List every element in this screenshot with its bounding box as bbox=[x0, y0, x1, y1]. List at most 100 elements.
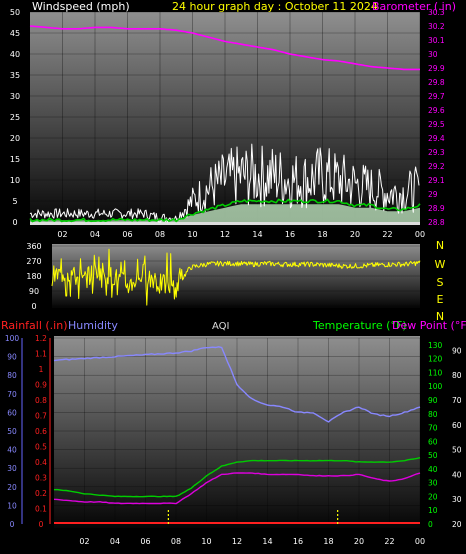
temp-xtick-label: 18 bbox=[323, 537, 333, 546]
wind-ytick-label: 0 bbox=[12, 218, 17, 227]
dewpoint-ytick-label: 60 bbox=[452, 421, 462, 430]
wind-xtick-label: 00 bbox=[415, 230, 425, 239]
dewpoint-label: Dew Point (°F) bbox=[392, 319, 466, 332]
weather-graph: Windspeed (mph) 24 hour graph day : Octo… bbox=[0, 0, 466, 554]
dewpoint-ytick-label: 50 bbox=[452, 446, 462, 455]
rainfall-label: Rainfall (.in) bbox=[1, 319, 68, 332]
baro-ytick-label: 30 bbox=[428, 50, 438, 59]
temp-xtick-label: 00 bbox=[415, 537, 425, 546]
temperature-ytick-label: 60 bbox=[428, 437, 438, 446]
wind-ytick-label: 40 bbox=[10, 50, 20, 59]
wind-ytick-label: 30 bbox=[10, 92, 20, 101]
baro-ytick-label: 30.1 bbox=[428, 36, 445, 45]
humidity-ytick-label: 20 bbox=[7, 483, 17, 492]
wind-xtick-label: 22 bbox=[382, 230, 392, 239]
baro-ytick-label: 29.9 bbox=[428, 64, 445, 73]
compass-tick-label: E bbox=[437, 293, 444, 306]
dewpoint-ytick-label: 30 bbox=[452, 495, 462, 504]
baro-ytick-label: 29 bbox=[428, 190, 438, 199]
dewpoint-ytick-label: 20 bbox=[452, 520, 462, 529]
temperature-ytick-label: 90 bbox=[428, 396, 438, 405]
direction-ytick-label: 90 bbox=[29, 287, 39, 296]
rain-ytick-label: 0.6 bbox=[35, 427, 47, 436]
rain-ytick-label: 0.5 bbox=[35, 443, 47, 452]
weather-chart-svg: Windspeed (mph) 24 hour graph day : Octo… bbox=[1, 0, 466, 546]
dewpoint-ytick-label: 90 bbox=[452, 346, 462, 355]
rain-ytick-label: 1.2 bbox=[35, 334, 47, 343]
compass-tick-label: W bbox=[435, 258, 446, 271]
direction-ytick-label: 0 bbox=[31, 302, 36, 311]
wind-ytick-label: 45 bbox=[10, 29, 20, 38]
wind-xtick-label: 08 bbox=[155, 230, 165, 239]
humidity-label: Humidity bbox=[68, 319, 118, 332]
humidity-ytick-label: 80 bbox=[7, 371, 17, 380]
baro-ytick-label: 30.3 bbox=[428, 8, 445, 17]
humidity-ytick-label: 90 bbox=[7, 353, 17, 362]
aqi-label: AQI bbox=[212, 321, 230, 332]
baro-ytick-label: 29.2 bbox=[428, 162, 445, 171]
temperature-ytick-label: 40 bbox=[428, 465, 438, 474]
humidity-ytick-label: 50 bbox=[7, 427, 17, 436]
wind-base-band bbox=[30, 222, 420, 225]
temperature-ytick-label: 130 bbox=[428, 341, 443, 350]
humidity-ytick-label: 70 bbox=[7, 390, 17, 399]
temperature-ytick-label: 10 bbox=[428, 506, 438, 515]
temperature-ytick-label: 70 bbox=[428, 424, 438, 433]
rain-ytick-label: 1 bbox=[39, 365, 44, 374]
wind-xtick-label: 04 bbox=[90, 230, 100, 239]
baro-ytick-label: 29.1 bbox=[428, 176, 445, 185]
humidity-ytick-label: 10 bbox=[7, 501, 17, 510]
rain-ytick-label: 0.7 bbox=[35, 412, 47, 421]
wind-ytick-label: 5 bbox=[12, 197, 17, 206]
temp-xtick-label: 14 bbox=[262, 537, 272, 546]
temp-xtick-label: 12 bbox=[232, 537, 242, 546]
baro-ytick-label: 29.3 bbox=[428, 148, 445, 157]
humidity-ytick-label: 100 bbox=[5, 334, 20, 343]
rain-ytick-label: 0.1 bbox=[35, 505, 47, 514]
compass-tick-label: N bbox=[436, 239, 444, 252]
rain-ytick-label: 0.3 bbox=[35, 474, 47, 483]
windspeed-label: Windspeed (mph) bbox=[32, 0, 130, 13]
dewpoint-ytick-label: 40 bbox=[452, 470, 462, 479]
direction-ytick-label: 270 bbox=[26, 257, 41, 266]
temperature-ytick-label: 120 bbox=[428, 355, 443, 364]
baro-ytick-label: 29.5 bbox=[428, 120, 445, 129]
wind-xtick-label: 18 bbox=[317, 230, 327, 239]
dewpoint-ytick-label: 70 bbox=[452, 396, 462, 405]
baro-ytick-label: 28.9 bbox=[428, 204, 445, 213]
wind-xtick-label: 02 bbox=[57, 230, 67, 239]
compass-tick-label: N bbox=[436, 310, 444, 323]
baro-ytick-label: 28.8 bbox=[428, 218, 445, 227]
wind-ytick-label: 15 bbox=[10, 155, 20, 164]
wind-ytick-label: 20 bbox=[10, 134, 20, 143]
direction-ytick-label: 180 bbox=[26, 272, 41, 281]
humidity-ytick-label: 40 bbox=[7, 446, 17, 455]
temp-xtick-label: 08 bbox=[171, 537, 181, 546]
temp-xtick-label: 16 bbox=[293, 537, 303, 546]
baro-ytick-label: 29.7 bbox=[428, 92, 445, 101]
baro-ytick-label: 30.2 bbox=[428, 22, 445, 31]
compass-tick-label: S bbox=[437, 276, 444, 289]
wind-ytick-label: 35 bbox=[10, 71, 20, 80]
rain-ytick-label: 0.8 bbox=[35, 396, 47, 405]
chart-title: 24 hour graph day : October 11 2024 bbox=[172, 0, 378, 13]
humidity-ytick-label: 0 bbox=[10, 520, 15, 529]
rain-ytick-label: 0.9 bbox=[35, 381, 47, 390]
wind-xtick-label: 14 bbox=[252, 230, 262, 239]
temp-xtick-label: 02 bbox=[79, 537, 89, 546]
temperature-ytick-label: 50 bbox=[428, 451, 438, 460]
direction-ytick-label: 360 bbox=[26, 242, 41, 251]
rain-ytick-label: 0.4 bbox=[35, 458, 47, 467]
wind-xtick-label: 06 bbox=[122, 230, 132, 239]
baro-ytick-label: 29.4 bbox=[428, 134, 445, 143]
humidity-ytick-label: 60 bbox=[7, 408, 17, 417]
temperature-ytick-label: 0 bbox=[428, 520, 433, 529]
rain-ytick-label: 0 bbox=[39, 520, 44, 529]
temperature-ytick-label: 110 bbox=[428, 368, 443, 377]
temp-xtick-label: 06 bbox=[140, 537, 150, 546]
temp-xtick-label: 04 bbox=[110, 537, 120, 546]
humidity-ytick-label: 30 bbox=[7, 464, 17, 473]
wind-xtick-label: 10 bbox=[187, 230, 197, 239]
temperature-ytick-label: 80 bbox=[428, 410, 438, 419]
temp-xtick-label: 10 bbox=[201, 537, 211, 546]
